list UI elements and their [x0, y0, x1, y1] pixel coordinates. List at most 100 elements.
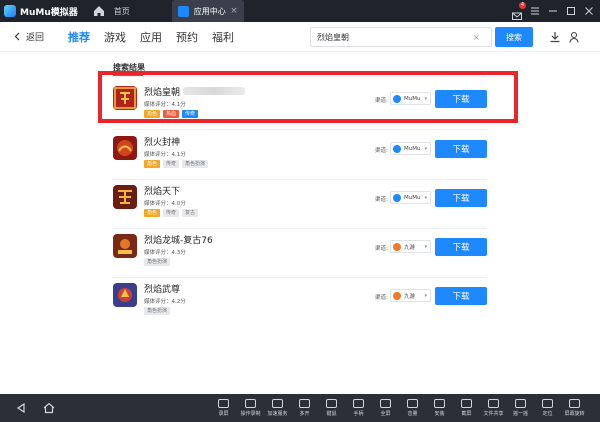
- search-button[interactable]: 搜索: [495, 27, 533, 47]
- tool-location[interactable]: 定位: [534, 394, 561, 422]
- list-item: 烈焰天下 媒体评分：4.0分 角色 传奇 复古 渠道: MuMu ▾ 下载: [113, 180, 487, 229]
- source-select[interactable]: 九游 ▾: [390, 289, 431, 302]
- tool-accelerate[interactable]: 加速服务: [264, 394, 291, 422]
- game-icon[interactable]: [113, 136, 137, 160]
- home-icon[interactable]: [92, 4, 106, 18]
- source-select[interactable]: MuMu ▾: [390, 191, 431, 204]
- tag: 复古: [182, 209, 199, 217]
- tab-recommend[interactable]: 推荐: [68, 29, 90, 45]
- tool-label: 屏幕旋转: [564, 411, 585, 417]
- macro-icon: [245, 399, 256, 408]
- chevron-left-icon: [14, 32, 20, 41]
- game-name[interactable]: 烈火封神: [144, 135, 180, 148]
- tool-label: 截屏: [461, 411, 472, 417]
- android-home-icon[interactable]: [42, 401, 56, 415]
- tab-reserve[interactable]: 预约: [176, 29, 198, 45]
- list-item: 烈焰武尊 媒体评分：4.2分 角色扮演 渠道: 九游 ▾ 下载: [113, 278, 487, 322]
- tab-home-label: 首页: [113, 6, 130, 16]
- mail-icon[interactable]: 4: [512, 2, 526, 20]
- volume-icon: [407, 399, 418, 408]
- game-rating: 媒体评分：4.2分: [144, 299, 186, 305]
- tool-screen-record[interactable]: 录屏: [210, 394, 237, 422]
- jiuyou-source-icon: [393, 291, 401, 300]
- game-icon[interactable]: [113, 185, 137, 209]
- mumu-logo: [4, 5, 16, 17]
- chevron-down-icon: ▾: [424, 194, 427, 201]
- tool-file-share[interactable]: 文件共享: [480, 394, 507, 422]
- download-manager-icon[interactable]: [549, 31, 561, 43]
- game-name[interactable]: 烈焰武尊: [144, 282, 180, 295]
- game-icon[interactable]: [113, 234, 137, 258]
- game-icon[interactable]: [113, 283, 137, 307]
- tool-gamepad[interactable]: 手柄: [345, 394, 372, 422]
- tag: 角色扮演: [144, 258, 171, 266]
- chevron-down-icon: ▾: [424, 243, 427, 250]
- tab-app-center-label: 应用中心: [193, 6, 226, 16]
- tab-games[interactable]: 游戏: [104, 29, 126, 45]
- jiuyou-source-icon: [393, 242, 401, 251]
- title-bar: MuMu模拟器 首页 应用中心 × 4: [0, 0, 600, 22]
- row-divider: [113, 129, 487, 130]
- search-box: ×: [310, 27, 492, 47]
- tool-macro[interactable]: 操作录制: [237, 394, 264, 422]
- tool-multi-instance[interactable]: 多开: [291, 394, 318, 422]
- record-icon: [218, 399, 229, 408]
- tab-welfare[interactable]: 福利: [212, 29, 234, 45]
- back-button[interactable]: 返回: [14, 30, 44, 43]
- tool-install[interactable]: 安装: [426, 394, 453, 422]
- tool-label: 定位: [542, 411, 553, 417]
- tag: 角色扮演: [144, 307, 171, 315]
- game-rating: 媒体评分：4.3分: [144, 250, 186, 256]
- mumu-source-icon: [393, 144, 401, 153]
- tab-close-icon[interactable]: ×: [230, 6, 238, 16]
- tab-apps[interactable]: 应用: [140, 29, 162, 45]
- minimize-icon[interactable]: [548, 6, 558, 16]
- tool-label: 多开: [299, 411, 310, 417]
- shake-icon: [515, 399, 526, 408]
- mumu-source-icon: [393, 193, 401, 202]
- tag: 角色扮演: [182, 160, 209, 168]
- tab-app-center[interactable]: 应用中心 ×: [171, 0, 244, 22]
- tab-home[interactable]: 首页: [108, 0, 164, 22]
- gamepad-icon: [353, 399, 364, 408]
- source-label: 渠道:: [375, 148, 388, 154]
- install-icon: [434, 399, 445, 408]
- tool-rotate[interactable]: 屏幕旋转: [561, 394, 588, 422]
- tag: 角色: [144, 160, 161, 168]
- tool-label: 文件共享: [483, 411, 504, 417]
- maximize-icon[interactable]: [566, 6, 576, 16]
- tool-keymap[interactable]: 键鼠: [318, 394, 345, 422]
- tool-label: 安装: [434, 411, 445, 417]
- nav-bar: 返回 推荐 游戏 应用 预约 福利 × 搜索: [0, 22, 600, 52]
- download-button[interactable]: 下载: [435, 287, 487, 305]
- search-input[interactable]: [311, 32, 471, 42]
- game-name[interactable]: 烈焰龙城-复古76: [144, 233, 213, 246]
- keyboard-icon: [326, 399, 337, 408]
- tag: 传奇: [163, 160, 180, 168]
- menu-icon[interactable]: [530, 6, 540, 16]
- clear-icon[interactable]: ×: [473, 33, 480, 42]
- android-back-icon[interactable]: [14, 401, 28, 415]
- highlight-box: [98, 71, 518, 123]
- chevron-down-icon: ▾: [424, 145, 427, 152]
- source-label: 渠道:: [375, 246, 388, 252]
- accelerate-icon: [272, 399, 283, 408]
- source-select[interactable]: 九游 ▾: [390, 240, 431, 253]
- game-name[interactable]: 烈焰天下: [144, 184, 180, 197]
- source-name: MuMu: [404, 145, 421, 152]
- source-select[interactable]: MuMu ▾: [390, 142, 431, 155]
- tool-fullscreen[interactable]: 全屏: [372, 394, 399, 422]
- tool-volume[interactable]: 音量: [399, 394, 426, 422]
- tool-screenshot[interactable]: 截屏: [453, 394, 480, 422]
- tool-label: 录屏: [218, 411, 229, 417]
- tool-shake[interactable]: 摇一摇: [507, 394, 534, 422]
- tag: 传奇: [163, 209, 180, 217]
- user-icon[interactable]: [568, 31, 580, 43]
- rotate-icon: [569, 399, 580, 408]
- mail-badge: 4: [518, 2, 526, 9]
- download-button[interactable]: 下载: [435, 189, 487, 207]
- download-button[interactable]: 下载: [435, 140, 487, 158]
- download-button[interactable]: 下载: [435, 238, 487, 256]
- close-window-icon[interactable]: [584, 6, 594, 16]
- tool-label: 键鼠: [326, 411, 337, 417]
